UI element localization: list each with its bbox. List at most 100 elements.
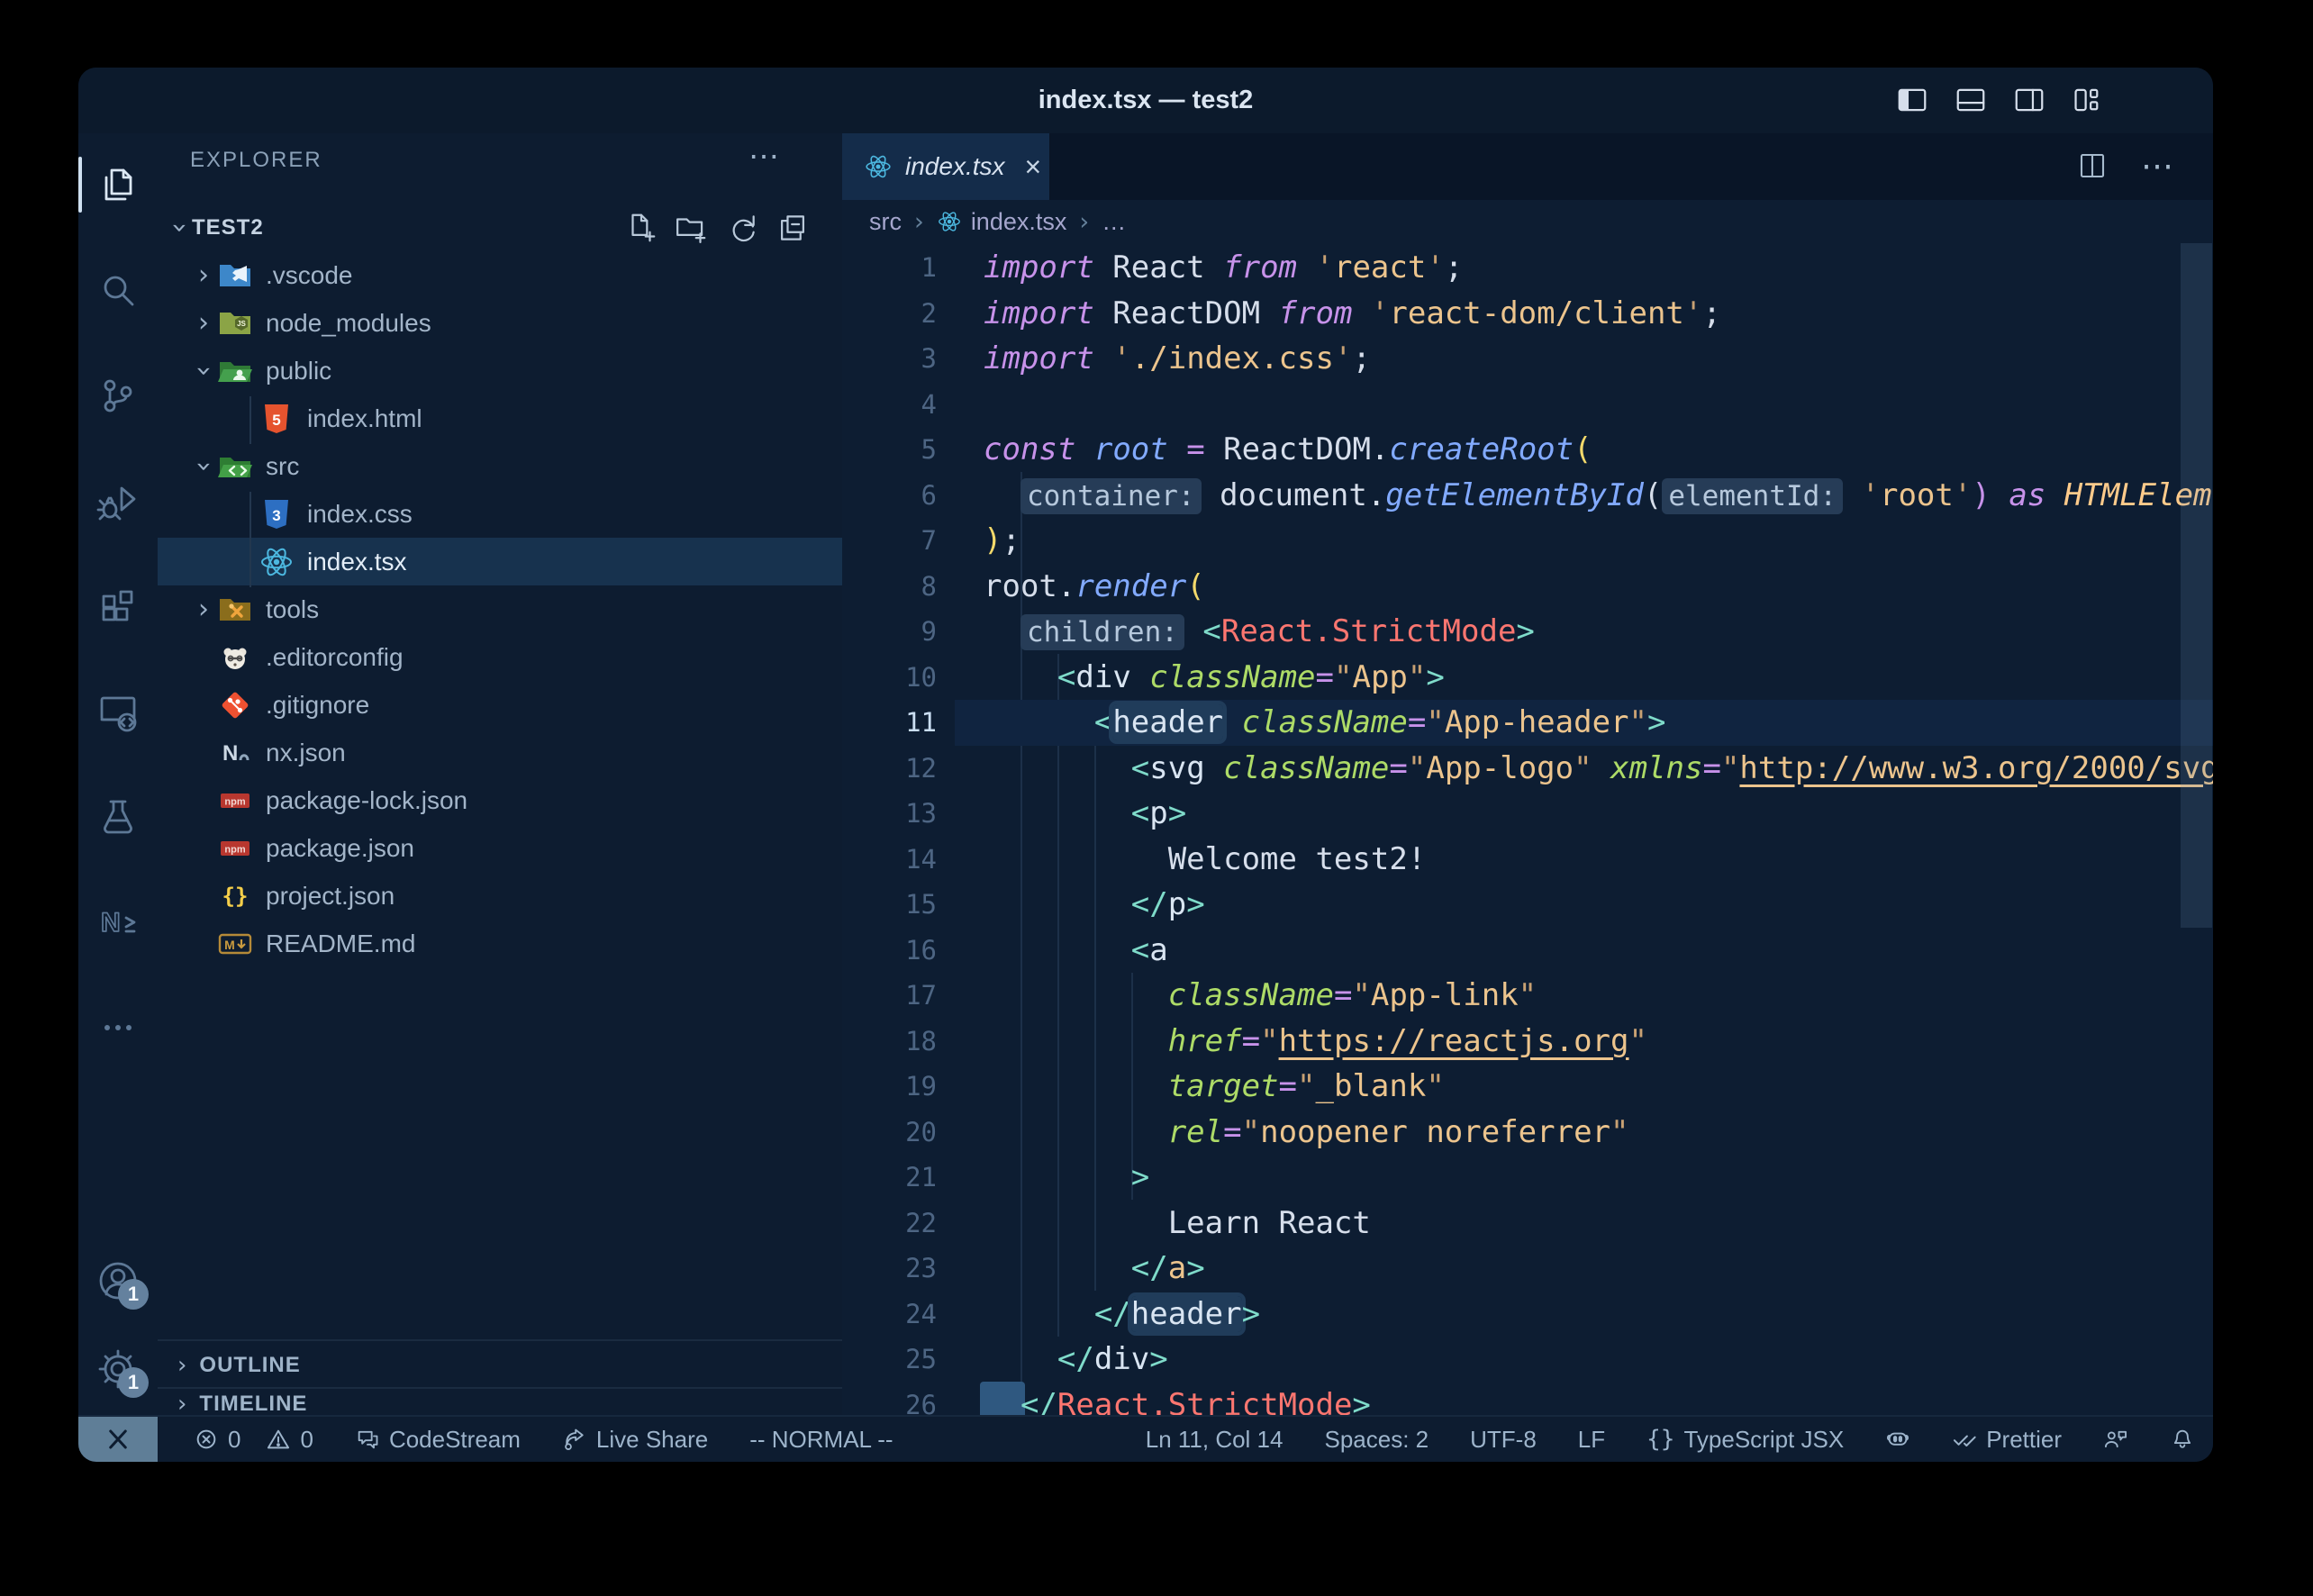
split-editor-button[interactable]	[2076, 150, 2109, 182]
code-line-11[interactable]: 11 <header className="App-header">	[842, 700, 2213, 746]
extensions-icon	[96, 585, 140, 628]
collapse-all-button[interactable]	[776, 211, 810, 245]
code-line-19[interactable]: 19 target="_blank"	[842, 1064, 2213, 1110]
status-language-mode[interactable]: {}TypeScript JSX	[1646, 1426, 1844, 1454]
status-problems[interactable]: 00	[194, 1426, 313, 1454]
workspace-section-header[interactable]: › TEST2	[158, 204, 842, 251]
toggle-secondary-sidebar-button[interactable]	[2012, 83, 2046, 117]
breadcrumb[interactable]: src›index.tsx›…	[842, 200, 2213, 243]
status-feedback[interactable]	[2103, 1427, 2128, 1452]
customize-layout-button[interactable]	[2071, 83, 2105, 117]
code-line-9[interactable]: 9 children: <React.StrictMode>	[842, 609, 2213, 655]
code-line-12[interactable]: 12 <svg className="App-logo" xmlns="http…	[842, 746, 2213, 792]
breadcrumb-item[interactable]: …	[1102, 208, 1126, 236]
tab-index-tsx[interactable]: index.tsx ×	[842, 133, 1050, 200]
tree-item-node_modules[interactable]: ›JSnode_modules	[158, 299, 842, 347]
code-line-14[interactable]: 14 Welcome test2!	[842, 837, 2213, 883]
code-line-2[interactable]: 2import ReactDOM from 'react-dom/client'…	[842, 291, 2213, 337]
code-line-23[interactable]: 23 </a>	[842, 1246, 2213, 1292]
code-line-16[interactable]: 16 <a	[842, 928, 2213, 974]
tree-item-index.tsx[interactable]: index.tsx	[158, 538, 842, 585]
status-formatter[interactable]: Prettier	[1952, 1426, 2062, 1454]
tree-item-src[interactable]: ›src	[158, 442, 842, 490]
refresh-button[interactable]	[725, 211, 759, 245]
status-notifications[interactable]	[2170, 1427, 2195, 1452]
code-line-3[interactable]: 3import './index.css';	[842, 336, 2213, 382]
code-line-15[interactable]: 15 </p>	[842, 882, 2213, 928]
activity-settings[interactable]: 1	[96, 1347, 140, 1391]
tree-item-.vscode[interactable]: ›.vscode	[158, 251, 842, 299]
tree-item-project.json[interactable]: {}project.json	[158, 872, 842, 920]
tree-item-tools[interactable]: ›tools	[158, 585, 842, 633]
activity-accounts[interactable]: 1	[96, 1259, 140, 1302]
code-line-20[interactable]: 20 rel="noopener noreferrer"	[842, 1110, 2213, 1156]
tree-item-package-lock.json[interactable]: npmpackage-lock.json	[158, 776, 842, 824]
activity-testing[interactable]	[96, 795, 140, 839]
remote-indicator[interactable]	[78, 1417, 158, 1462]
tree-item-index.html[interactable]: 5index.html	[158, 394, 842, 442]
code-line-7[interactable]: 7);	[842, 518, 2213, 564]
status-encoding[interactable]: UTF-8	[1470, 1426, 1537, 1454]
code-line-26[interactable]: 26 </React.StrictMode>	[842, 1383, 2213, 1418]
remote-explorer-icon	[96, 690, 140, 733]
close-tab-button[interactable]: ×	[1025, 152, 1042, 181]
tree-item-index.css[interactable]: 3index.css	[158, 490, 842, 538]
code-line-5[interactable]: 5const root = ReactDOM.createRoot(	[842, 427, 2213, 473]
new-file-button[interactable]	[624, 211, 658, 245]
tree-item-package.json[interactable]: npmpackage.json	[158, 824, 842, 872]
code-line-25[interactable]: 25 </div>	[842, 1337, 2213, 1383]
sidebar-title: EXPLORER	[190, 148, 322, 172]
code-line-24[interactable]: 24 </header>	[842, 1292, 2213, 1338]
status-cursor-position[interactable]: Ln 11, Col 14	[1146, 1426, 1283, 1454]
new-folder-button[interactable]	[675, 211, 709, 245]
toggle-primary-sidebar-button[interactable]	[1895, 83, 1929, 117]
toggle-panel-button[interactable]	[1954, 83, 1988, 117]
timeline-panel-header[interactable]: › TIMELINE	[158, 1387, 842, 1417]
tree-item-public[interactable]: ›public	[158, 347, 842, 394]
code-line-1[interactable]: 1import React from 'react';	[842, 245, 2213, 291]
sidebar-more-button[interactable]: ⋯	[748, 133, 779, 180]
status-vim-mode[interactable]: -- NORMAL --	[749, 1426, 893, 1454]
activity-explorer[interactable]	[96, 163, 140, 206]
editor-scrollbar[interactable]	[2181, 243, 2212, 928]
code-area[interactable]: 1import React from 'react';2import React…	[842, 243, 2213, 1417]
code-line-21[interactable]: 21 >	[842, 1155, 2213, 1201]
status-live-share[interactable]: Live Share	[562, 1426, 708, 1454]
svg-text:npm: npm	[224, 796, 245, 807]
editor-more-button[interactable]: ⋯	[2141, 150, 2173, 182]
activity-nx-console[interactable]: N	[96, 901, 140, 944]
code-line-8[interactable]: 8root.render(	[842, 564, 2213, 610]
tree-item-.gitignore[interactable]: .gitignore	[158, 681, 842, 729]
code-line-6[interactable]: 6 container: document.getElementById(ele…	[842, 473, 2213, 519]
outline-panel-header[interactable]: › OUTLINE	[158, 1339, 842, 1389]
tree-item-README.md[interactable]: MREADME.md	[158, 920, 842, 967]
code-line-17[interactable]: 17 className="App-link"	[842, 973, 2213, 1019]
refresh-icon	[725, 211, 759, 245]
title-bar[interactable]: index.tsx — test2	[78, 68, 2213, 133]
code-line-18[interactable]: 18 href="https://reactjs.org"	[842, 1019, 2213, 1065]
ellipsis-h-icon	[96, 1006, 140, 1049]
code-line-10[interactable]: 10 <div className="App">	[842, 655, 2213, 701]
code-line-22[interactable]: 22 Learn React	[842, 1201, 2213, 1247]
breadcrumb-item[interactable]: index.tsx	[971, 208, 1067, 236]
tree-item-.editorconfig[interactable]: .editorconfig	[158, 633, 842, 681]
activity-extensions[interactable]	[96, 585, 140, 628]
tree-item-label: project.json	[266, 882, 395, 911]
status-codestream[interactable]: CodeStream	[355, 1426, 521, 1454]
tree-item-nx.json[interactable]: Nnx.json	[158, 729, 842, 776]
activity-more-views[interactable]	[96, 1006, 140, 1049]
activity-source-control[interactable]	[96, 374, 140, 417]
activity-remote-explorer[interactable]	[96, 690, 140, 733]
breadcrumb-item[interactable]: src	[869, 208, 902, 236]
code-line-13[interactable]: 13 <p>	[842, 791, 2213, 837]
status-indentation[interactable]: Spaces: 2	[1324, 1426, 1429, 1454]
activity-run-debug[interactable]	[96, 479, 140, 522]
line-number: 17	[842, 973, 955, 1019]
status-copilot[interactable]	[1885, 1427, 1910, 1452]
line-number: 8	[842, 564, 955, 610]
activity-search[interactable]	[96, 268, 140, 312]
chevron-right-icon: ›	[177, 1354, 186, 1377]
line-number: 4	[842, 382, 955, 428]
status-eol[interactable]: LF	[1578, 1426, 1605, 1454]
code-line-4[interactable]: 4	[842, 382, 2213, 428]
